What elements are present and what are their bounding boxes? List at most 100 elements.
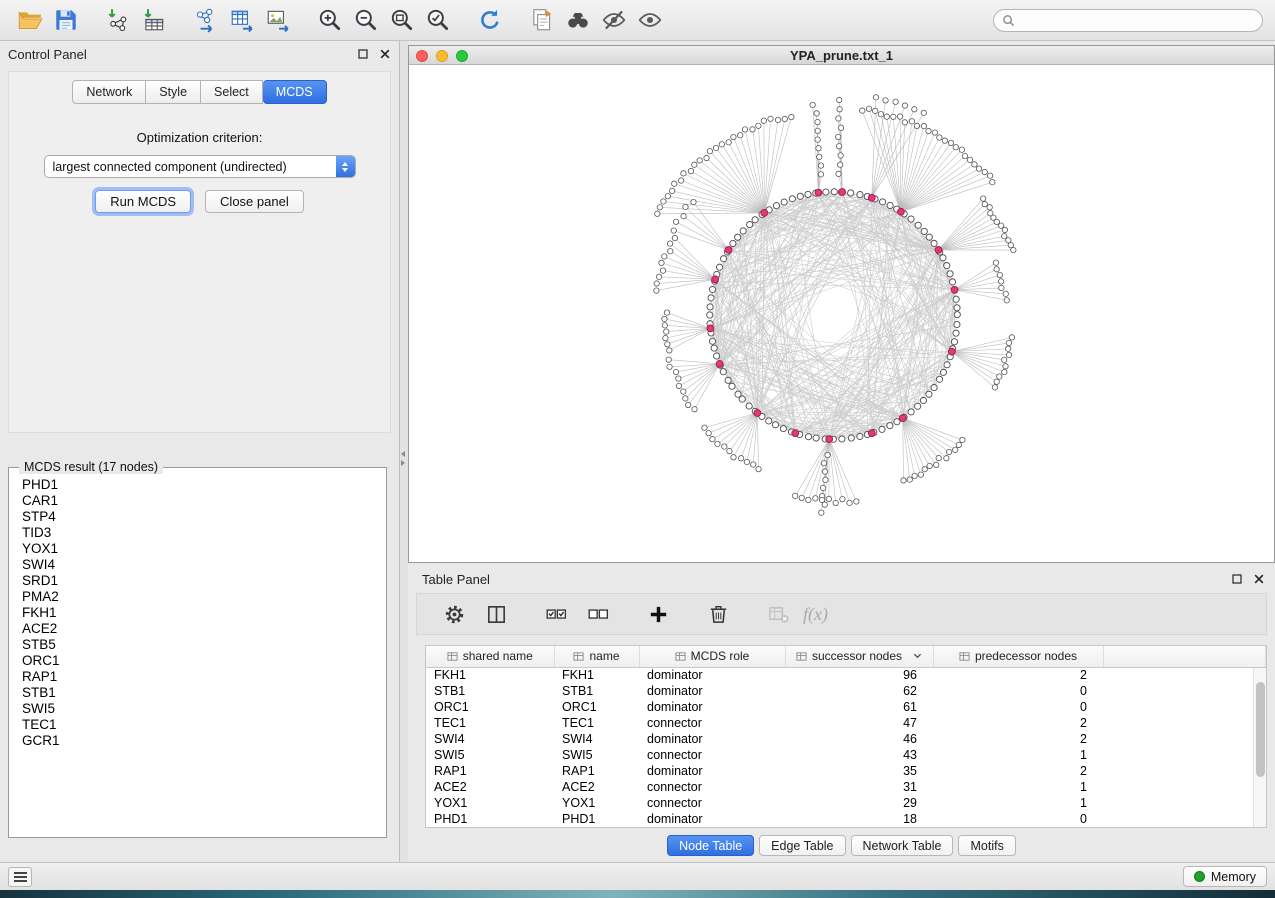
- table-cell[interactable]: connector: [639, 779, 785, 795]
- table-cell[interactable]: RAP1: [554, 763, 639, 779]
- table-cell[interactable]: 43: [785, 747, 933, 763]
- table-cell[interactable]: [1103, 811, 1266, 827]
- mcds-result-item[interactable]: TEC1: [22, 717, 385, 733]
- mcds-result-item[interactable]: RAP1: [22, 669, 385, 685]
- table-cell[interactable]: ORC1: [426, 699, 554, 715]
- close-window-button[interactable]: [416, 50, 428, 62]
- save-session-button[interactable]: [48, 4, 84, 36]
- tab-mcds[interactable]: MCDS: [263, 80, 327, 104]
- delete-column-button[interactable]: [701, 597, 735, 631]
- zoom-in-button[interactable]: [312, 4, 348, 36]
- table-cell[interactable]: [1103, 763, 1266, 779]
- table-cell[interactable]: 46: [785, 731, 933, 747]
- table-cell[interactable]: [1103, 795, 1266, 811]
- table-cell[interactable]: connector: [639, 747, 785, 763]
- memory-status-button[interactable]: Memory: [1183, 866, 1267, 887]
- column-options-icon[interactable]: [573, 651, 584, 662]
- mcds-result-item[interactable]: STB1: [22, 685, 385, 701]
- run-mcds-button[interactable]: Run MCDS: [95, 190, 191, 213]
- export-table-button[interactable]: [224, 4, 260, 36]
- float-panel-button[interactable]: [356, 48, 369, 61]
- table-cell[interactable]: dominator: [639, 683, 785, 699]
- zoom-selected-button[interactable]: [420, 4, 456, 36]
- tab-network-table[interactable]: Network Table: [851, 835, 954, 856]
- table-cell[interactable]: SWI5: [426, 747, 554, 763]
- table-scrollbar[interactable]: [1253, 668, 1266, 827]
- mcds-result-item[interactable]: PMA2: [22, 589, 385, 605]
- global-search-box[interactable]: [993, 9, 1263, 32]
- table-cell[interactable]: dominator: [639, 699, 785, 715]
- table-cell[interactable]: 1: [933, 779, 1103, 795]
- table-cell[interactable]: FKH1: [554, 667, 639, 683]
- table-cell[interactable]: dominator: [639, 811, 785, 827]
- table-cell[interactable]: connector: [639, 795, 785, 811]
- tab-style[interactable]: Style: [146, 80, 201, 104]
- table-cell[interactable]: 29: [785, 795, 933, 811]
- table-cell[interactable]: 62: [785, 683, 933, 699]
- table-cell[interactable]: 1: [933, 747, 1103, 763]
- close-panel-action-button[interactable]: Close panel: [205, 190, 304, 213]
- table-row[interactable]: SWI4SWI4dominator462: [426, 731, 1266, 747]
- table-cell[interactable]: STB1: [426, 683, 554, 699]
- table-cell[interactable]: STB1: [554, 683, 639, 699]
- column-options-icon[interactable]: [447, 651, 458, 662]
- column-header-successor-nodes[interactable]: successor nodes: [785, 646, 933, 667]
- table-cell[interactable]: 0: [933, 811, 1103, 827]
- table-cell[interactable]: SWI5: [554, 747, 639, 763]
- table-cell[interactable]: 61: [785, 699, 933, 715]
- mcds-result-item[interactable]: ORC1: [22, 653, 385, 669]
- task-history-button[interactable]: [8, 867, 32, 887]
- mcds-result-item[interactable]: SRD1: [22, 573, 385, 589]
- sort-chevron-icon[interactable]: [913, 653, 922, 659]
- mcds-result-item[interactable]: CAR1: [22, 493, 385, 509]
- table-cell[interactable]: RAP1: [426, 763, 554, 779]
- mcds-result-item[interactable]: ACE2: [22, 621, 385, 637]
- panel-splitter[interactable]: [400, 41, 408, 862]
- table-row[interactable]: FKH1FKH1dominator962: [426, 667, 1266, 683]
- table-cell[interactable]: PHD1: [554, 811, 639, 827]
- table-cell[interactable]: dominator: [639, 763, 785, 779]
- network-graph[interactable]: [409, 65, 1274, 562]
- table-cell[interactable]: 0: [933, 699, 1103, 715]
- table-cell[interactable]: [1103, 779, 1266, 795]
- table-cell[interactable]: FKH1: [426, 667, 554, 683]
- table-cell[interactable]: YOX1: [426, 795, 554, 811]
- table-settings-button[interactable]: [437, 597, 471, 631]
- table-cell[interactable]: 96: [785, 667, 933, 683]
- column-options-icon[interactable]: [796, 651, 807, 662]
- column-header-shared-name[interactable]: shared name: [426, 646, 554, 667]
- show-elements-button[interactable]: [632, 4, 668, 36]
- table-cell[interactable]: [1103, 731, 1266, 747]
- select-all-rows-button[interactable]: [539, 597, 573, 631]
- tab-network[interactable]: Network: [72, 80, 146, 104]
- open-session-button[interactable]: [12, 4, 48, 36]
- table-row[interactable]: TEC1TEC1connector472: [426, 715, 1266, 731]
- mcds-result-item[interactable]: SWI4: [22, 557, 385, 573]
- table-cell[interactable]: connector: [639, 715, 785, 731]
- table-cell[interactable]: YOX1: [554, 795, 639, 811]
- tab-select[interactable]: Select: [201, 80, 263, 104]
- mcds-result-item[interactable]: TID3: [22, 525, 385, 541]
- zoom-out-button[interactable]: [348, 4, 384, 36]
- table-cell[interactable]: 2: [933, 731, 1103, 747]
- table-row[interactable]: ACE2ACE2connector311: [426, 779, 1266, 795]
- tab-node-table[interactable]: Node Table: [667, 835, 754, 856]
- table-cell[interactable]: 47: [785, 715, 933, 731]
- column-options-icon[interactable]: [959, 651, 970, 662]
- table-cell[interactable]: 2: [933, 715, 1103, 731]
- table-cell[interactable]: ORC1: [554, 699, 639, 715]
- table-cell[interactable]: 2: [933, 667, 1103, 683]
- table-cell[interactable]: 35: [785, 763, 933, 779]
- splitter-collapse-icon[interactable]: [401, 451, 405, 466]
- table-cell[interactable]: ACE2: [426, 779, 554, 795]
- table-cell[interactable]: TEC1: [554, 715, 639, 731]
- add-column-button[interactable]: [641, 597, 675, 631]
- table-row[interactable]: RAP1RAP1dominator352: [426, 763, 1266, 779]
- table-cell[interactable]: SWI4: [426, 731, 554, 747]
- criterion-dropdown[interactable]: largest connected component (undirected): [44, 155, 356, 178]
- maximize-window-button[interactable]: [456, 50, 468, 62]
- table-cell[interactable]: 2: [933, 763, 1103, 779]
- mcds-result-item[interactable]: FKH1: [22, 605, 385, 621]
- table-cell[interactable]: 1: [933, 795, 1103, 811]
- import-network-button[interactable]: [100, 4, 136, 36]
